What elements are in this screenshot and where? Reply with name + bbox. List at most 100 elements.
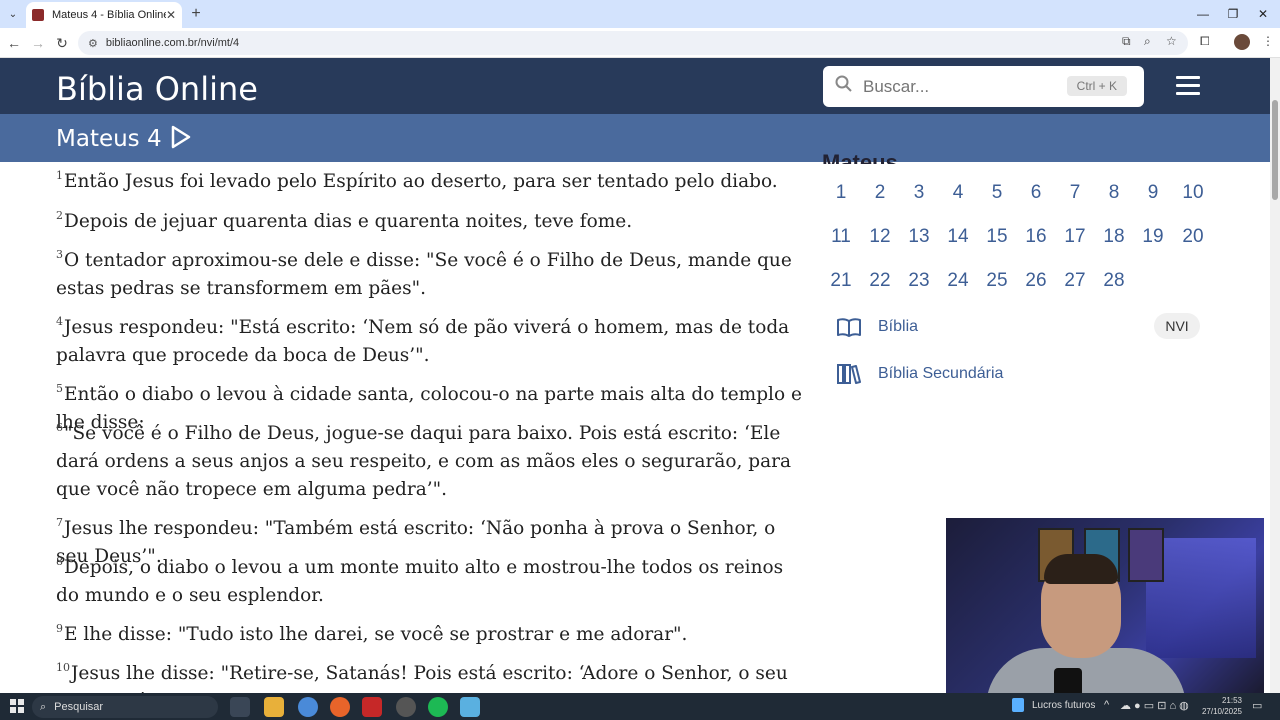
browser-toolbar: ← → ↻ ⚙ bibliaonline.com.br/nvi/mt/4 ⧉ ⌕… [0, 28, 1280, 58]
taskbar-widget[interactable]: Lucros futuros [1012, 698, 1095, 712]
chapter-link[interactable]: 15 [978, 220, 1016, 254]
chapter-link[interactable]: 19 [1134, 220, 1172, 254]
firefox-icon[interactable] [330, 697, 350, 717]
back-icon[interactable]: ← [4, 33, 24, 53]
notifications-icon[interactable]: ▭ [1252, 699, 1262, 712]
forward-icon[interactable]: → [28, 33, 48, 53]
taskbar-search-label: Pesquisar [54, 701, 104, 713]
chapter-link[interactable]: 2 [861, 176, 899, 210]
new-tab-icon[interactable]: + [186, 4, 206, 24]
extensions-icon[interactable]: ⧠ [1200, 34, 1210, 49]
chapter-link[interactable]: 9 [1134, 176, 1172, 210]
search-icon [835, 75, 853, 98]
zoom-icon[interactable]: ⌕ [1144, 34, 1151, 49]
bible-version-badge[interactable]: NVI [1154, 313, 1200, 339]
chapter-link[interactable]: 8 [1095, 176, 1133, 210]
menu-icon[interactable] [1176, 76, 1200, 96]
chapter-title: Mateus 4 [56, 126, 162, 152]
chapter-link[interactable]: 7 [1056, 176, 1094, 210]
verse: 10Jesus lhe disse: "Retire-se, Satanás! … [56, 654, 806, 693]
chapter-link[interactable]: 25 [978, 264, 1016, 298]
app-icon[interactable] [396, 697, 416, 717]
verse-number: 5 [56, 382, 63, 395]
windows-start-icon[interactable] [10, 699, 24, 713]
site-info-icon[interactable]: ⚙ [88, 37, 98, 50]
chapter-link[interactable]: 23 [900, 264, 938, 298]
verse-number: 9 [56, 622, 63, 635]
verse-number: 3 [56, 248, 63, 261]
browser-tab[interactable]: Mateus 4 - Bíblia Online - NVI ✕ [26, 2, 182, 28]
stocks-icon [1012, 698, 1024, 712]
chapter-link[interactable]: 28 [1095, 264, 1133, 298]
chapter-link[interactable]: 26 [1017, 264, 1055, 298]
taskbar-clock[interactable]: 21:53 27/10/2025 [1196, 695, 1242, 717]
chapter-link[interactable]: 5 [978, 176, 1016, 210]
scrollbar-thumb[interactable] [1272, 100, 1278, 200]
book-heading: Mateus [822, 150, 898, 164]
tab-close-icon[interactable]: ✕ [166, 8, 176, 22]
window-close-icon[interactable]: ✕ [1248, 4, 1278, 24]
verse-text: O tentador aproximou-se dele e disse: "S… [56, 250, 792, 299]
chapter-link[interactable]: 14 [939, 220, 977, 254]
url-text: bibliaonline.com.br/nvi/mt/4 [105, 37, 240, 49]
search-shortcut-badge: Ctrl + K [1066, 76, 1127, 96]
tray-icons[interactable]: ☁ ● ▭ ⊡ ⌂ ◍ [1120, 699, 1189, 712]
clock-date: 27/10/2025 [1201, 707, 1242, 716]
taskbar-widget-label: Lucros futuros [1032, 699, 1096, 711]
chapter-link[interactable]: 24 [939, 264, 977, 298]
secondary-bible-link[interactable]: Bíblia Secundária [836, 359, 1003, 389]
browser-menu-icon[interactable]: ⋮ [1262, 34, 1274, 48]
chapter-link[interactable]: 21 [822, 264, 860, 298]
address-bar[interactable]: ⚙ bibliaonline.com.br/nvi/mt/4 [78, 31, 1188, 55]
chapter-link[interactable]: 22 [861, 264, 899, 298]
bible-link[interactable]: Bíblia [836, 312, 918, 342]
app-icon[interactable] [362, 697, 382, 717]
chapter-link[interactable]: 6 [1017, 176, 1055, 210]
chapter-link[interactable]: 17 [1056, 220, 1094, 254]
chrome-icon[interactable] [298, 697, 318, 717]
tab-search-chevron-icon[interactable]: ⌄ [4, 5, 22, 23]
chapter-link[interactable]: 16 [1017, 220, 1055, 254]
chapter-link[interactable]: 1 [822, 176, 860, 210]
chapter-link[interactable]: 4 [939, 176, 977, 210]
clock-time: 21:53 [1221, 696, 1242, 705]
chapter-link[interactable]: 10 [1174, 176, 1212, 210]
webcam-microphone [1054, 668, 1082, 694]
site-logo[interactable]: Bíblia Online [56, 70, 258, 108]
verse: 4Jesus respondeu: "Está escrito: ‘Nem só… [56, 308, 806, 370]
chapter-link[interactable]: 11 [822, 220, 860, 254]
bookmark-star-icon[interactable]: ☆ [1166, 34, 1177, 48]
tray-chevron-icon[interactable]: ^ [1104, 699, 1109, 711]
chapter-link[interactable]: 20 [1174, 220, 1212, 254]
secondary-bible-label: Bíblia Secundária [878, 365, 1004, 382]
verse: 2Depois de jejuar quarenta dias e quaren… [56, 202, 806, 236]
verse-text: Depois de jejuar quarenta dias e quarent… [64, 211, 633, 232]
task-view-icon[interactable] [230, 697, 250, 717]
verse-number: 6 [56, 421, 63, 434]
browser-tabstrip: ⌄ Mateus 4 - Bíblia Online - NVI ✕ + — ❐… [0, 0, 1280, 28]
chapter-link[interactable]: 12 [861, 220, 899, 254]
search-box[interactable]: Ctrl + K [823, 66, 1144, 107]
minimize-icon[interactable]: — [1188, 4, 1218, 24]
taskbar-search[interactable]: ⌕ Pesquisar [32, 696, 218, 718]
app-icon[interactable] [460, 697, 480, 717]
chapter-link[interactable]: 3 [900, 176, 938, 210]
chapter-link[interactable]: 18 [1095, 220, 1133, 254]
spotify-icon[interactable] [428, 697, 448, 717]
verse-number: 4 [56, 315, 63, 328]
verse: 6"Se você é o Filho de Deus, jogue-se da… [56, 414, 806, 504]
file-explorer-icon[interactable] [264, 697, 284, 717]
chapter-link[interactable]: 13 [900, 220, 938, 254]
reload-icon[interactable]: ↻ [52, 33, 72, 53]
verse-text: E lhe disse: "Tudo isto lhe darei, se vo… [64, 624, 688, 645]
bible-link-label: Bíblia [878, 318, 919, 335]
search-input[interactable] [863, 76, 1053, 97]
profile-avatar[interactable] [1234, 34, 1250, 50]
restore-icon[interactable]: ❐ [1218, 4, 1248, 24]
tab-title: Mateus 4 - Bíblia Online - NVI [52, 9, 166, 21]
play-audio-icon[interactable] [170, 124, 192, 150]
chapter-link[interactable]: 27 [1056, 264, 1094, 298]
page-scrollbar[interactable] [1270, 58, 1280, 693]
install-app-icon[interactable]: ⧉ [1122, 34, 1131, 49]
books-icon [837, 364, 861, 384]
